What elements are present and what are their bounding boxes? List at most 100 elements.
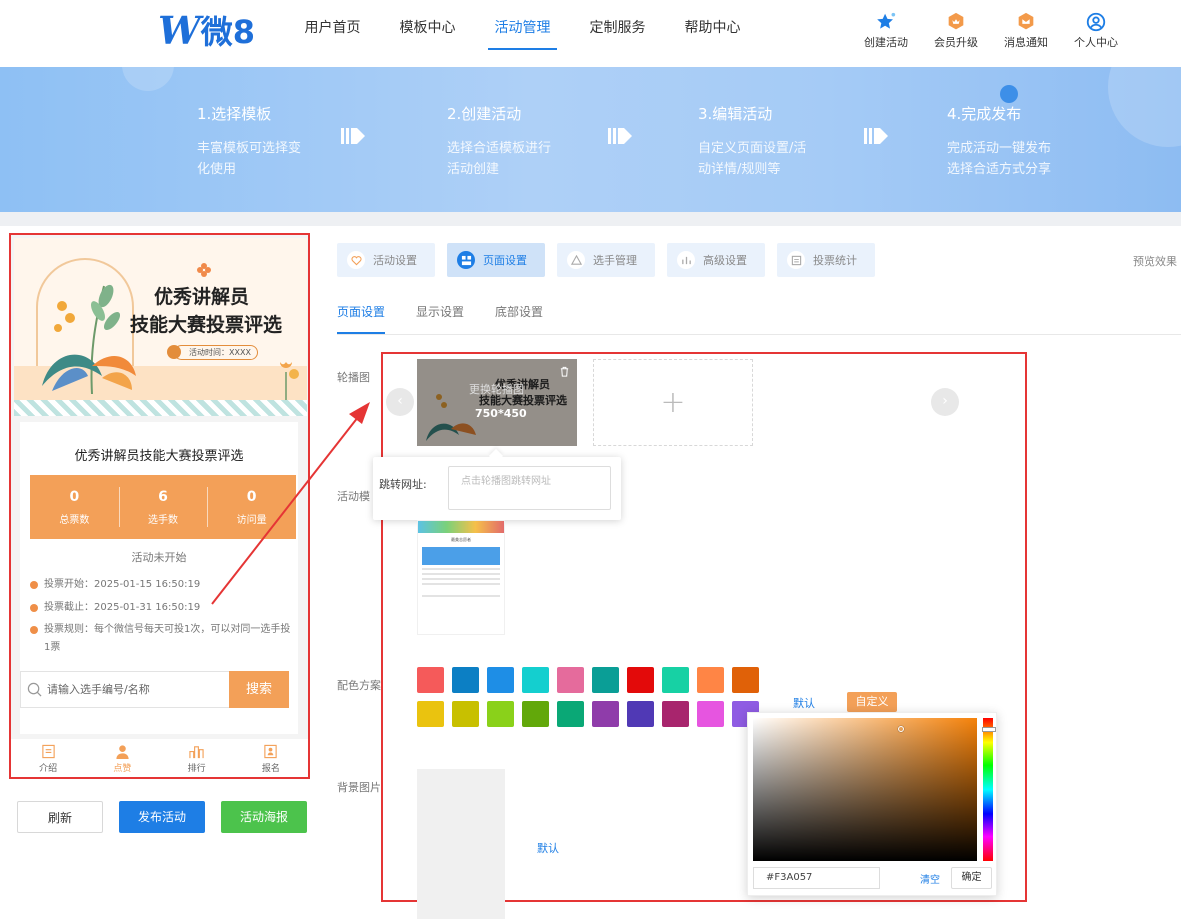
carousel-image-slot[interactable]: 优秀讲解员 技能大赛投票评选 更换轮播图 750*450: [417, 359, 577, 446]
stat-value: 6: [158, 489, 168, 505]
stat-value: 0: [246, 489, 257, 505]
tab-like[interactable]: 点赞: [85, 739, 159, 777]
star-icon: [877, 12, 896, 29]
color-swatch[interactable]: [592, 701, 619, 727]
saturation-knob[interactable]: [898, 726, 904, 732]
saturation-panel[interactable]: [753, 718, 977, 861]
tab-signup[interactable]: 报名: [234, 739, 308, 777]
logo-text: 微8: [200, 13, 255, 51]
tab-label: 活动设置: [373, 254, 417, 267]
search-button[interactable]: 搜索: [229, 671, 289, 708]
tab-label: 投票统计: [813, 254, 857, 267]
stats-icon: [791, 255, 801, 265]
plant-illustration: [42, 284, 136, 395]
carousel-prev-button[interactable]: ‹: [386, 388, 414, 416]
color-swatch[interactable]: [452, 701, 479, 727]
hex-input[interactable]: #F3A057: [753, 867, 880, 889]
tab-advanced-settings[interactable]: 高级设置: [667, 243, 765, 277]
carousel-next-button[interactable]: ›: [931, 388, 959, 416]
add-carousel-button[interactable]: +: [593, 359, 753, 446]
header-tools: 创建活动 会员升级 消息通知 个人中心: [851, 10, 1131, 50]
nav-custom-service[interactable]: 定制服务: [570, 0, 665, 67]
preview-poster: 优秀讲解员 技能大赛投票评选 活动时间：XXXX: [14, 238, 307, 416]
notification-button[interactable]: 消息通知: [991, 10, 1061, 50]
publish-activity-button[interactable]: 发布活动: [119, 801, 205, 833]
template-thumbnail[interactable]: 最美志愿者: [417, 520, 505, 635]
color-swatch[interactable]: [452, 667, 479, 693]
step-1: 1.选择模板 丰富模板可选择变化使用: [197, 103, 307, 180]
color-custom-button[interactable]: 自定义: [847, 692, 897, 712]
background-default-button[interactable]: 默认: [537, 840, 559, 856]
replace-carousel-text[interactable]: 更换轮播图: [469, 381, 524, 397]
preview-effect-link[interactable]: 预览效果: [1133, 253, 1177, 269]
clear-color-button[interactable]: 清空: [920, 871, 940, 886]
create-activity-button[interactable]: 创建活动: [851, 10, 921, 50]
member-upgrade-button[interactable]: 会员升级: [921, 10, 991, 50]
color-swatch[interactable]: [417, 667, 444, 693]
color-swatch[interactable]: [592, 667, 619, 693]
nav-help[interactable]: 帮助中心: [665, 0, 760, 67]
color-swatch[interactable]: [487, 701, 514, 727]
subtab-page[interactable]: 页面设置: [337, 303, 386, 334]
step-desc: 选择合适模板进行活动创建: [447, 141, 552, 177]
subtab-footer[interactable]: 底部设置: [495, 303, 543, 320]
subtab-display[interactable]: 显示设置: [416, 303, 464, 320]
label-carousel: 轮播图: [337, 371, 370, 384]
banner-dot: [1000, 85, 1018, 103]
refresh-button[interactable]: 刷新: [17, 801, 103, 833]
color-swatch[interactable]: [697, 667, 724, 693]
label-background: 背景图片: [337, 781, 381, 794]
nav-activity-management[interactable]: 活动管理: [475, 0, 570, 67]
template-line: [422, 568, 500, 570]
advanced-icon: [681, 256, 691, 264]
trash-icon[interactable]: [559, 366, 570, 377]
logo[interactable]: W 微8: [158, 8, 255, 53]
step-2: 2.创建活动 选择合适模板进行活动创建: [447, 103, 557, 180]
color-swatch[interactable]: [627, 667, 654, 693]
activity-status: 活动未开始: [131, 551, 187, 564]
jump-url-input[interactable]: 点击轮播图跳转网址: [448, 466, 611, 510]
step-title: 1.选择模板: [197, 105, 272, 123]
hue-slider[interactable]: [982, 718, 996, 861]
tab-activity-settings[interactable]: 活动设置: [337, 243, 435, 277]
step-desc: 完成活动一键发布选择合适方式分享: [947, 141, 1052, 177]
person-icon: [116, 745, 129, 759]
jump-url-popover: 跳转网址: 点击轮播图跳转网址: [373, 457, 621, 520]
color-swatch[interactable]: [557, 701, 584, 727]
stat-label: 选手数: [148, 515, 178, 526]
color-swatch[interactable]: [557, 667, 584, 693]
jump-url-label: 跳转网址:: [379, 478, 427, 491]
tab-player-management[interactable]: 选手管理: [557, 243, 655, 277]
tab-label: 页面设置: [483, 254, 527, 267]
color-swatch[interactable]: [487, 667, 514, 693]
poster-border-pattern: [14, 400, 307, 416]
background-image-slot[interactable]: [417, 769, 505, 919]
user-center-label: 个人中心: [1074, 36, 1118, 49]
poster-time: 活动时间：XXXX: [167, 345, 258, 360]
crown-icon: [948, 12, 964, 30]
color-swatch[interactable]: [522, 667, 549, 693]
section-divider: [0, 212, 1181, 226]
color-swatch[interactable]: [662, 701, 689, 727]
stat-value: 0: [69, 489, 80, 505]
player-search-input[interactable]: 请输入选手编号/名称: [20, 671, 229, 708]
activity-poster-button[interactable]: 活动海报: [221, 801, 307, 833]
tab-page-settings[interactable]: 页面设置: [447, 243, 545, 277]
color-default-button[interactable]: 默认: [793, 695, 815, 711]
tab-vote-stats[interactable]: 投票统计: [777, 243, 875, 277]
color-swatch[interactable]: [417, 701, 444, 727]
nav-templates[interactable]: 模板中心: [380, 0, 475, 67]
create-activity-label: 创建活动: [864, 36, 908, 49]
color-swatch[interactable]: [522, 701, 549, 727]
color-swatch[interactable]: [662, 667, 689, 693]
tab-rank[interactable]: 排行: [160, 739, 234, 777]
step-title: 2.创建活动: [447, 105, 522, 123]
tulip-illustration: [280, 362, 299, 402]
color-swatch[interactable]: [732, 667, 759, 693]
tab-intro[interactable]: 介绍: [11, 739, 85, 777]
color-swatch[interactable]: [627, 701, 654, 727]
confirm-color-button[interactable]: 确定: [951, 867, 992, 889]
color-swatch[interactable]: [697, 701, 724, 727]
user-center-button[interactable]: 个人中心: [1061, 10, 1131, 50]
nav-home[interactable]: 用户首页: [285, 0, 380, 67]
